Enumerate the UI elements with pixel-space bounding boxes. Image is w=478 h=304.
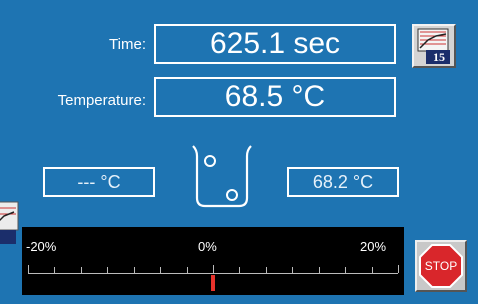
scale-indicator <box>211 275 215 291</box>
graph-badge: 15 <box>433 50 445 64</box>
temperature-label: Temperature: <box>57 92 146 109</box>
app-icon-partial[interactable] <box>0 196 22 254</box>
scale-tick <box>107 267 108 273</box>
scale-tick <box>372 267 373 273</box>
scale-tick <box>239 267 240 273</box>
scale-min-label: -20% <box>26 239 57 254</box>
time-readout: 625.1 sec <box>154 24 396 64</box>
scale-tick <box>187 267 188 273</box>
scale-tick <box>54 267 55 273</box>
scale-tick <box>266 267 267 273</box>
scale-tick <box>81 267 82 273</box>
left-probe-readout: --- °C <box>43 167 155 197</box>
deviation-scale: -20% 0% 20% <box>22 227 404 295</box>
scale-tick <box>292 267 293 273</box>
stop-label: STOP <box>424 259 458 273</box>
temperature-readout: 68.5 °C <box>154 77 396 117</box>
scale-tick <box>134 267 135 273</box>
scale-tick <box>28 265 29 273</box>
beaker-icon <box>192 145 252 208</box>
graph-icon <box>0 201 19 244</box>
stop-button[interactable]: STOP <box>415 240 467 292</box>
time-label: Time: <box>109 36 146 53</box>
right-probe-readout: 68.2 °C <box>287 167 399 197</box>
scale-tick <box>213 265 214 273</box>
graph-button[interactable]: 15 <box>412 24 456 68</box>
scale-tick <box>160 267 161 273</box>
scale-tick <box>319 267 320 273</box>
scale-mid-label: 0% <box>198 239 217 254</box>
scale-tick <box>398 265 399 273</box>
scale-max-label: 20% <box>360 239 387 254</box>
scale-baseline <box>28 273 398 274</box>
scale-tick <box>345 267 346 273</box>
